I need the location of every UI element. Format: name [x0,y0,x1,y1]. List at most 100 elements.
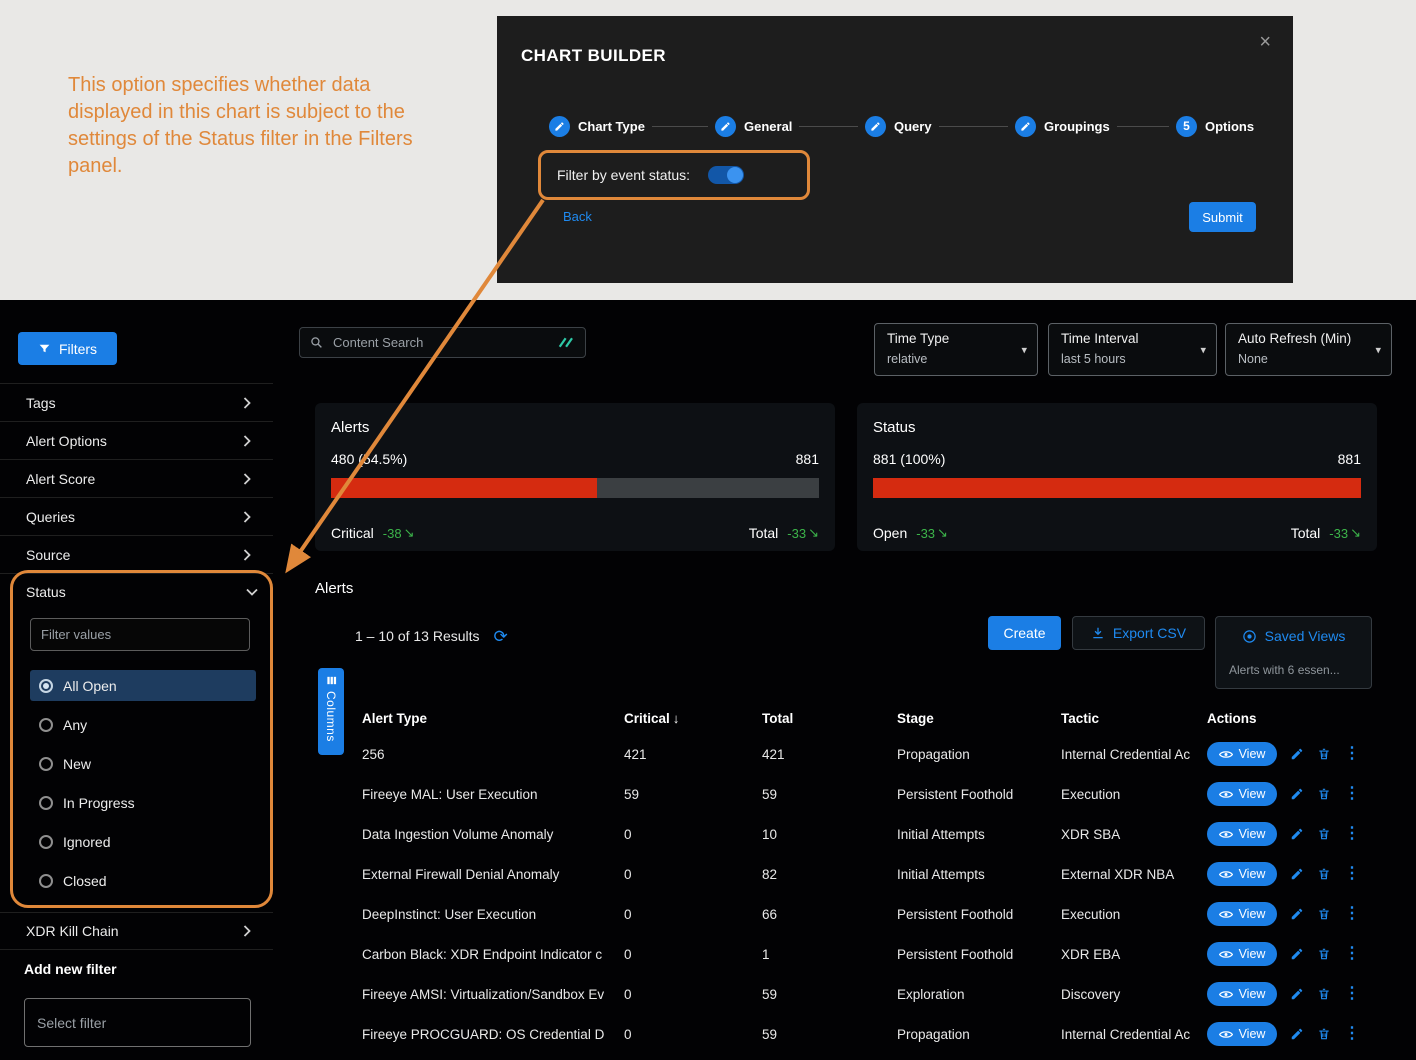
step-label: Query [894,119,932,134]
filter-funnel-icon [38,342,51,355]
step-chart-type[interactable]: Chart Type [542,114,652,138]
auto-refresh-label: Auto Refresh (Min) [1238,331,1379,346]
export-csv-button[interactable]: Export CSV [1072,616,1205,650]
view-button[interactable]: View [1207,742,1277,766]
col-stage[interactable]: Stage [897,711,1061,726]
select-filter-input[interactable] [24,998,251,1047]
actions-cell: View ⋮ [1207,782,1377,806]
status-option-all-open[interactable]: All Open [30,670,256,701]
card-footer-left: Critical -38↘ [331,525,414,541]
kebab-menu-icon[interactable]: ⋮ [1344,866,1360,882]
search-input[interactable] [331,334,550,351]
time-type-value: relative [887,352,1025,366]
filters-button[interactable]: Filters [18,332,117,365]
back-link[interactable]: Back [563,209,592,224]
toggle-knob [727,167,743,183]
critical-cell: 0 [624,987,762,1002]
edit-icon[interactable] [1290,787,1304,801]
option-label: Any [63,717,87,733]
kebab-menu-icon[interactable]: ⋮ [1344,1026,1360,1042]
view-button[interactable]: View [1207,942,1277,966]
col-critical[interactable]: Critical↓ [624,711,762,726]
critical-cell: 0 [624,907,762,922]
status-option-new[interactable]: New [30,748,256,779]
sidebar-item-source[interactable]: Source [0,536,273,574]
delete-icon[interactable] [1317,787,1331,801]
sidebar-item-xdr-kill-chain[interactable]: XDR Kill Chain [0,912,273,950]
col-tactic[interactable]: Tactic [1061,711,1207,726]
auto-refresh-select[interactable]: Auto Refresh (Min) None ▾ [1225,323,1392,376]
status-option-in-progress[interactable]: In Progress [30,787,256,818]
view-button[interactable]: View [1207,862,1277,886]
edit-icon[interactable] [1290,827,1304,841]
sidebar-item-tags[interactable]: Tags [0,384,273,422]
status-stat-card: Status 881 (100%) 881 Open -33↘ Total -3… [857,403,1377,551]
critical-cell: 0 [624,827,762,842]
card-footer-left: Open -33↘ [873,525,948,541]
stage-cell: Persistent Foothold [897,947,1061,962]
kebab-menu-icon[interactable]: ⋮ [1344,986,1360,1002]
view-button[interactable]: View [1207,902,1277,926]
chevron-right-icon [243,435,251,447]
option-label: New [63,756,91,772]
step-options[interactable]: 5 Options [1169,114,1261,138]
eye-icon [1219,870,1233,879]
edit-icon[interactable] [1290,987,1304,1001]
edit-icon[interactable] [1290,907,1304,921]
event-status-toggle[interactable] [708,166,744,184]
view-button[interactable]: View [1207,1022,1277,1046]
chevron-right-icon [243,397,251,409]
delete-icon[interactable] [1317,867,1331,881]
stage-cell: Exploration [897,987,1061,1002]
submit-button[interactable]: Submit [1189,202,1256,232]
kebab-menu-icon[interactable]: ⋮ [1344,786,1360,802]
delete-icon[interactable] [1317,947,1331,961]
refresh-icon[interactable]: ⟳ [494,628,508,645]
step-label: Groupings [1044,119,1110,134]
step-general[interactable]: General [708,114,799,138]
delete-icon[interactable] [1317,907,1331,921]
time-interval-select[interactable]: Time Interval last 5 hours ▾ [1048,323,1217,376]
tactic-cell: Internal Credential Ac [1061,1027,1207,1042]
filter-values-input[interactable] [30,618,250,651]
view-button[interactable]: View [1207,782,1277,806]
alerts-table: Alert Type Critical↓ Total Stage Tactic … [348,703,1377,1054]
radio-selected-icon [39,679,53,693]
time-type-select[interactable]: Time Type relative ▾ [874,323,1038,376]
delete-icon[interactable] [1317,1027,1331,1041]
caret-down-icon: ▾ [1200,343,1206,356]
step-groupings[interactable]: Groupings [1008,114,1117,138]
status-option-any[interactable]: Any [30,709,256,740]
step-query[interactable]: Query [858,114,939,138]
alert-type-cell: Carbon Black: XDR Endpoint Indicator c [362,947,624,962]
status-option-ignored[interactable]: Ignored [30,826,256,857]
close-icon[interactable]: × [1259,32,1271,52]
kebab-menu-icon[interactable]: ⋮ [1344,746,1360,762]
columns-button[interactable]: Columns [318,668,344,755]
chart-builder-modal: CHART BUILDER × Chart Type General Query… [497,16,1293,283]
edit-icon[interactable] [1290,947,1304,961]
sidebar-item-alert-score[interactable]: Alert Score [0,460,273,498]
create-button[interactable]: Create [988,616,1061,650]
edit-icon[interactable] [1290,1027,1304,1041]
col-total[interactable]: Total [762,711,897,726]
sidebar-nav: Tags Alert Options Alert Score Queries S… [0,383,273,574]
status-option-closed[interactable]: Closed [30,865,256,896]
view-button[interactable]: View [1207,822,1277,846]
kebab-menu-icon[interactable]: ⋮ [1344,906,1360,922]
delete-icon[interactable] [1317,747,1331,761]
sidebar-item-alert-options[interactable]: Alert Options [0,422,273,460]
edit-icon[interactable] [1290,747,1304,761]
tactic-cell: Execution [1061,907,1207,922]
saved-views-button[interactable]: Saved Views Alerts with 6 essen... [1215,616,1372,689]
edit-icon[interactable] [1290,867,1304,881]
sidebar-item-queries[interactable]: Queries [0,498,273,536]
view-button[interactable]: View [1207,982,1277,1006]
col-alert-type[interactable]: Alert Type [362,711,624,726]
delete-icon[interactable] [1317,827,1331,841]
kebab-menu-icon[interactable]: ⋮ [1344,946,1360,962]
delete-icon[interactable] [1317,987,1331,1001]
kebab-menu-icon[interactable]: ⋮ [1344,826,1360,842]
sidebar-item-status[interactable]: Status [13,573,270,611]
total-cell: 421 [762,747,897,762]
